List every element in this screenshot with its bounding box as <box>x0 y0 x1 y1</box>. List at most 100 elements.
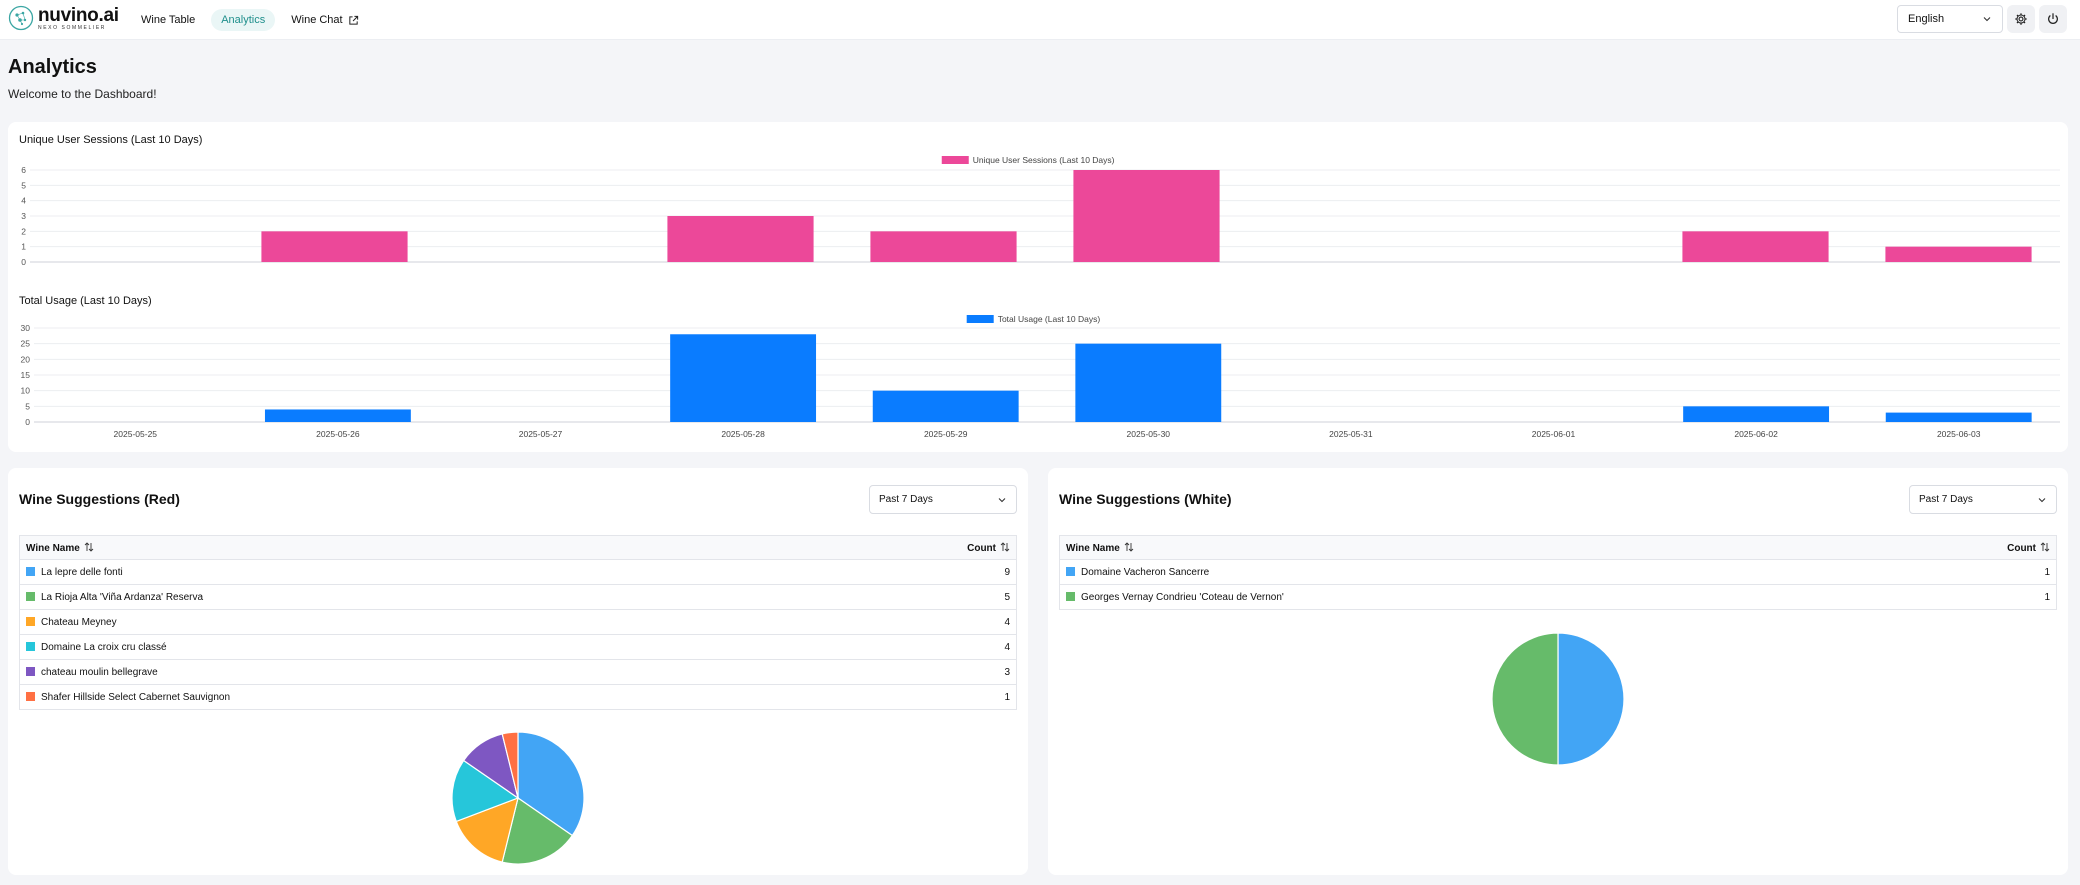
x-tick-label: 2025-05-27 <box>516 269 560 270</box>
x-tick-label: 2025-05-25 <box>110 269 154 270</box>
table-row[interactable]: La Rioja Alta 'Viña Ardanza' Reserva 5 <box>19 584 1017 610</box>
wine-name: Domaine La croix cru classé <box>41 641 167 653</box>
color-swatch <box>1066 591 1075 601</box>
table-row[interactable]: Georges Vernay Condrieu 'Coteau de Verno… <box>1059 584 2057 610</box>
y-tick-label: 0 <box>25 417 30 427</box>
col-count[interactable]: Count <box>1863 535 2057 560</box>
x-tick-label: 2025-05-26 <box>316 429 360 439</box>
bar[interactable] <box>667 216 814 262</box>
white-period-select[interactable]: Past 7 Days <box>1909 485 2057 514</box>
y-tick-label: 6 <box>21 165 26 175</box>
white-wine-table: Wine Name Count Domaine Vacheron Sancerr… <box>1059 535 2057 610</box>
wine-name-cell: Shafer Hillside Select Cabernet Sauvigno… <box>19 684 814 710</box>
x-tick-label: 2025-06-01 <box>1532 429 1576 439</box>
table-row[interactable]: La lepre delle fonti 9 <box>19 559 1017 585</box>
sort-icon <box>2040 541 2050 552</box>
color-swatch <box>26 591 35 601</box>
power-icon <box>2048 13 2058 24</box>
settings-button[interactable] <box>2007 5 2035 33</box>
legend-swatch <box>966 315 994 323</box>
bar[interactable] <box>872 390 1019 422</box>
nav-analytics-label: Analytics <box>221 14 266 26</box>
bar[interactable] <box>1075 343 1222 422</box>
white-pie-chart <box>1491 632 1625 766</box>
bar[interactable] <box>1885 246 2032 262</box>
bar[interactable] <box>1073 170 1220 262</box>
logo-name: nuvino.ai <box>38 4 119 26</box>
nav-wine-table-label: Wine Table <box>141 14 196 26</box>
red-pie-chart <box>451 731 585 865</box>
nav-wine-chat-label: Wine Chat <box>291 14 343 26</box>
logo-tagline: NEXO SOMMELIER <box>38 24 106 31</box>
pie-slice[interactable] <box>1491 632 1559 766</box>
nav-analytics[interactable]: Analytics <box>211 9 276 31</box>
color-swatch <box>1066 566 1075 576</box>
table-row[interactable]: chateau moulin bellegrave 3 <box>19 659 1017 685</box>
wine-name: Chateau Meyney <box>41 616 117 628</box>
logout-button[interactable] <box>2039 5 2067 33</box>
table-row[interactable]: Chateau Meyney 4 <box>19 609 1017 635</box>
bar[interactable] <box>1682 231 1829 262</box>
x-tick-label: 2025-06-02 <box>1734 429 1778 439</box>
x-tick-label: 2025-06-03 <box>1937 429 1981 439</box>
logo[interactable]: nuvino.ai NEXO SOMMELIER <box>8 5 119 31</box>
col-wine-name[interactable]: Wine Name <box>19 535 814 560</box>
table-row[interactable]: Domaine Vacheron Sancerre 1 <box>1059 559 2057 585</box>
legend-label: Total Usage (Last 10 Days) <box>998 314 1101 324</box>
x-tick-label: 2025-05-26 <box>313 269 357 270</box>
col-count-label: Count <box>967 542 996 554</box>
bar[interactable] <box>1885 412 2032 422</box>
wine-name-cell: Chateau Meyney <box>19 609 814 635</box>
usage-bar-chart: Total Usage (Last 10 Days) 0 5 10 15 20 25 30 20… <box>21 314 2060 439</box>
wine-name: Georges Vernay Condrieu 'Coteau de Verno… <box>1081 591 1284 603</box>
x-tick-label: 2025-05-30 <box>1125 269 1169 270</box>
wine-count: 4 <box>813 634 1017 660</box>
wine-count: 5 <box>813 584 1017 610</box>
pie-slice[interactable] <box>1557 632 1625 766</box>
logo-icon <box>8 5 34 31</box>
main-nav: Wine Table Analytics Wine Chat <box>131 9 369 31</box>
table-row[interactable]: Shafer Hillside Select Cabernet Sauvigno… <box>19 684 1017 710</box>
wine-name-cell: Domaine La croix cru classé <box>19 634 814 660</box>
x-tick-label: 2025-05-29 <box>922 269 966 270</box>
table-row[interactable]: Domaine La croix cru classé 4 <box>19 634 1017 660</box>
language-value: English <box>1908 13 1945 25</box>
bar[interactable] <box>670 334 817 422</box>
wine-name-cell: chateau moulin bellegrave <box>19 659 814 685</box>
white-period-value: Past 7 Days <box>1919 494 1973 505</box>
bar[interactable] <box>261 231 408 262</box>
wine-name-cell: La lepre delle fonti <box>19 559 814 585</box>
sessions-bar-chart: Unique User Sessions (Last 10 Days) 0 1 2 3 4… <box>21 155 2060 270</box>
col-count-label: Count <box>2007 542 2036 554</box>
y-tick-label: 15 <box>21 370 31 380</box>
page-title: Analytics <box>8 56 97 78</box>
y-tick-label: 1 <box>21 242 26 252</box>
wine-count: 4 <box>813 609 1017 635</box>
wine-name: Shafer Hillside Select Cabernet Sauvigno… <box>41 691 230 703</box>
nav-wine-table[interactable]: Wine Table <box>131 9 205 31</box>
col-wine-name[interactable]: Wine Name <box>1059 535 1864 560</box>
x-tick-label: 2025-05-31 <box>1328 269 1372 270</box>
bar[interactable] <box>1683 406 1830 422</box>
x-tick-label: 2025-06-02 <box>1734 269 1778 270</box>
y-tick-label: 30 <box>21 323 31 333</box>
red-section-title: Wine Suggestions (Red) <box>19 491 180 507</box>
bar[interactable] <box>870 231 1017 262</box>
wine-name-cell: Georges Vernay Condrieu 'Coteau de Verno… <box>1059 584 1864 610</box>
language-select[interactable]: English <box>1897 5 2003 33</box>
x-tick-label: 2025-06-01 <box>1531 269 1575 270</box>
color-swatch <box>26 691 35 701</box>
x-tick-label: 2025-05-30 <box>1127 429 1171 439</box>
bar[interactable] <box>264 409 411 422</box>
x-tick-label: 2025-05-25 <box>114 429 158 439</box>
col-count[interactable]: Count <box>813 535 1017 560</box>
red-period-select[interactable]: Past 7 Days <box>869 485 1017 514</box>
sessions-chart-title: Unique User Sessions (Last 10 Days) <box>19 134 203 146</box>
nav-wine-chat[interactable]: Wine Chat <box>281 9 368 31</box>
chevron-down-icon <box>998 497 1006 502</box>
y-tick-label: 20 <box>21 354 31 364</box>
y-tick-label: 25 <box>21 339 31 349</box>
col-wine-name-label: Wine Name <box>26 542 80 554</box>
wine-name: chateau moulin bellegrave <box>41 666 158 678</box>
sort-icon <box>1000 541 1010 552</box>
